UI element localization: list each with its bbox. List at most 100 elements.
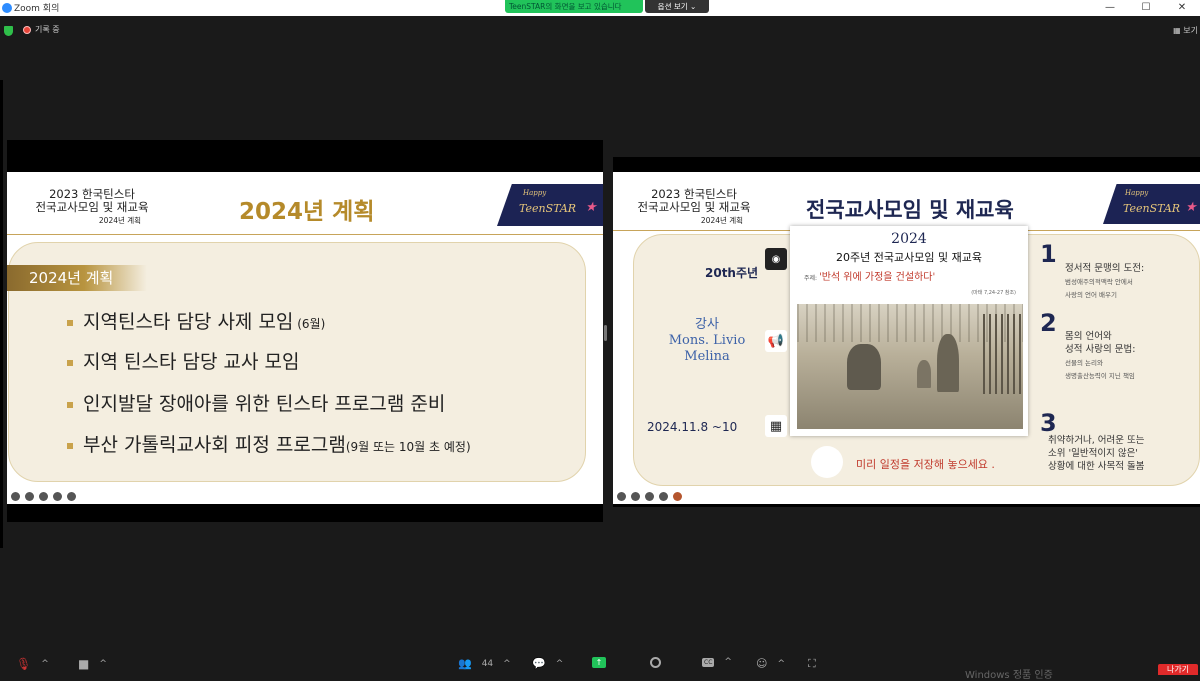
- mute-button[interactable]: 🎙 ^: [16, 657, 49, 671]
- card-ref: (마태 7,24-27 참조): [971, 290, 1016, 296]
- logo-name: TeenSTAR: [1123, 202, 1181, 215]
- participants-button[interactable]: 👥 44 ^: [458, 657, 511, 670]
- bullet-note: (6월): [293, 317, 326, 331]
- share-screen-button[interactable]: ↑: [592, 657, 606, 668]
- speaker-label: 강사: [695, 317, 719, 332]
- more-icon[interactable]: [659, 491, 668, 501]
- point-line: 취약하거나, 어려운 또는: [1048, 435, 1145, 446]
- chevron-up-icon[interactable]: ^: [724, 657, 732, 667]
- point-number: 3: [1040, 409, 1057, 437]
- slide-title: 전국교사모임 및 재교육: [806, 198, 1014, 222]
- participants-icon: 👥: [458, 657, 472, 670]
- reaction-smiley-icon: ☺: [756, 657, 768, 670]
- apps-button[interactable]: ⛶: [808, 657, 816, 671]
- captions-icon[interactable]: [645, 491, 654, 501]
- window-controls: — ☐ ✕: [1092, 0, 1200, 16]
- reactions-button[interactable]: ☺ ^: [756, 657, 785, 670]
- chat-icon: 💬: [532, 657, 546, 670]
- video-button[interactable]: ■ ^: [78, 657, 107, 671]
- pen-icon[interactable]: [25, 491, 34, 501]
- video-camera-icon: ■: [78, 657, 90, 671]
- recording-indicator[interactable]: 기록 중: [23, 24, 60, 35]
- slide-header: 2023 한국틴스타 전국교사모임 및 재교육 2024년 계획: [17, 188, 167, 227]
- bullet-text: 지역 틴스타 담당 교사 모임: [83, 351, 300, 373]
- bullet-text: 인지발달 장애아를 위한 틴스타 프로그램 준비: [83, 393, 446, 415]
- next-slide-icon[interactable]: [673, 491, 682, 501]
- prev-slide-icon[interactable]: [11, 491, 20, 501]
- point-fine: 선물의 논리와: [1065, 359, 1103, 367]
- teenstar-logo: Happy TeenSTAR ★: [497, 184, 603, 226]
- point-fine: 범성애주의적맥락 안에서: [1065, 278, 1133, 286]
- logo-star-icon: ★: [1185, 200, 1197, 215]
- bullet-note: (9월 또는 10월 초 예정): [345, 440, 471, 454]
- apps-grid-icon: ⛶: [808, 657, 816, 670]
- theme-text: '반석 위에 가정을 건설하다': [818, 272, 936, 283]
- circle-decoration: [811, 446, 843, 478]
- header-line1: 2023 한국틴스타: [651, 187, 737, 201]
- point-line: 상황에 대한 사목적 돌봄: [1048, 461, 1145, 472]
- logo-star-icon: ★: [585, 200, 597, 215]
- bullet-item: 인지발달 장애아를 위한 틴스타 프로그램 준비: [67, 389, 445, 416]
- speaker-name-1: Mons. Livio: [668, 333, 746, 348]
- shield-icon[interactable]: [4, 26, 13, 36]
- maximize-button[interactable]: ☐: [1128, 0, 1164, 16]
- bullet-item: 지역틴스타 담당 사제 모임 (6월): [67, 307, 325, 334]
- chevron-up-icon[interactable]: ^: [99, 659, 107, 669]
- theme-label: 주제:: [804, 275, 819, 282]
- card-theme: 주제: '반석 위에 가정을 건설하다': [804, 268, 935, 283]
- more-icon[interactable]: [53, 491, 62, 501]
- view-button-label: 보기: [1183, 26, 1198, 35]
- slide-2024-plan: 2023 한국틴스타 전국교사모임 및 재교육 2024년 계획 2024년 계…: [7, 172, 603, 504]
- leave-meeting-button[interactable]: 나가기: [1158, 664, 1198, 675]
- record-dot-icon: [23, 25, 31, 34]
- close-button[interactable]: ✕: [1164, 0, 1200, 16]
- logo-happy: Happy: [1125, 189, 1149, 197]
- header-line2: 전국교사모임 및 재교육: [35, 200, 149, 214]
- zoom-logo-icon: [2, 3, 12, 13]
- point-text: 취약하거나, 어려운 또는 소위 '일반적이지 않은' 상황에 대한 사목적 돌…: [1048, 434, 1144, 473]
- next-slide-icon[interactable]: [67, 491, 76, 501]
- megaphone-icon: 📢: [765, 330, 787, 352]
- chevron-up-icon[interactable]: ^: [556, 659, 564, 669]
- anniversary-icon: ◉: [765, 248, 787, 270]
- card-year: 2024: [891, 231, 927, 247]
- pen-icon[interactable]: [631, 491, 640, 501]
- chevron-up-icon[interactable]: ^: [41, 659, 49, 669]
- split-view-handle[interactable]: [604, 325, 607, 341]
- captions-button[interactable]: CC ^: [702, 657, 732, 667]
- chat-button[interactable]: 💬 ^: [532, 657, 563, 670]
- event-card: 2024 20주년 전국교사모임 및 재교육 주제: '반석 위에 가정을 건설…: [790, 226, 1028, 436]
- event-date: 2024.11.8 ~10: [647, 420, 738, 434]
- slide-teacher-meeting: 2023 한국틴스타 전국교사모임 및 재교육 2024년 계획 전국교사모임 …: [613, 172, 1200, 504]
- record-button[interactable]: [650, 657, 661, 668]
- share-screen-icon: ↑: [592, 657, 606, 668]
- point-line: 소위 '일반적이지 않은': [1048, 448, 1138, 459]
- shared-screen-right: 2023 한국틴스타 전국교사모임 및 재교육 2024년 계획 전국교사모임 …: [613, 157, 1200, 507]
- slide-title: 2024년 계획: [239, 199, 375, 225]
- microphone-muted-icon: 🎙: [16, 657, 32, 671]
- speaker-info: 강사 Mons. Livio Melina: [659, 317, 755, 365]
- divider: [7, 234, 603, 235]
- captions-icon: CC: [702, 657, 715, 667]
- bullet-text: 지역틴스타 담당 사제 모임: [83, 311, 294, 333]
- windows-activation-watermark: Windows 정품 인증: [965, 670, 1053, 681]
- share-banner-text: TeenSTAR의 화면을 보고 있습니다: [509, 2, 622, 11]
- chevron-up-icon[interactable]: ^: [503, 659, 511, 669]
- point-line: 정서적 문맹의 도전:: [1065, 263, 1145, 274]
- painting-image: [797, 304, 1023, 429]
- header-sub: 2024년 계획: [700, 216, 744, 225]
- left-edge-bar: [0, 80, 3, 548]
- captions-icon[interactable]: [39, 491, 48, 501]
- header-sub: 2024년 계획: [98, 216, 142, 225]
- minimize-button[interactable]: —: [1092, 0, 1128, 16]
- slide-nav-toolbar: [7, 489, 76, 503]
- point-number: 1: [1040, 240, 1057, 268]
- save-date-note: 미리 일정을 저장해 놓으세요 .: [856, 458, 995, 471]
- view-options-button[interactable]: 옵션 보기 ⌄: [645, 0, 709, 13]
- view-button[interactable]: ▦ 보기: [1173, 25, 1198, 36]
- prev-slide-icon[interactable]: [617, 491, 626, 501]
- point-line: 몸의 언어와: [1065, 331, 1112, 342]
- chevron-up-icon[interactable]: ^: [777, 659, 785, 669]
- slide-header: 2023 한국틴스타 전국교사모임 및 재교육 2024년 계획: [619, 188, 769, 227]
- point-line: 성적 사랑의 문법:: [1065, 344, 1136, 355]
